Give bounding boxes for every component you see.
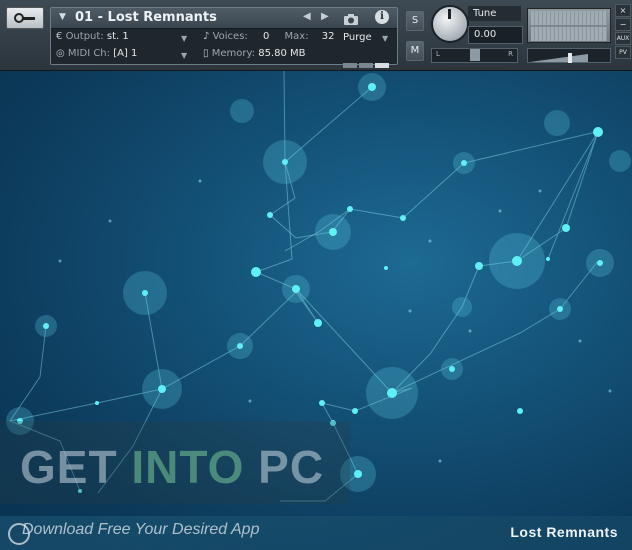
watermark-text: GET INTO PC (20, 441, 325, 493)
output-dropdown-icon[interactable]: ▼ (181, 34, 187, 43)
instrument-name[interactable]: 01 - Lost Remnants (75, 10, 217, 25)
aux-button[interactable]: AUX (615, 32, 631, 45)
pan-handle[interactable] (470, 49, 480, 61)
watermark-tagline: Download Free Your Desired App (22, 521, 260, 538)
prev-instrument-icon[interactable]: ◀ (303, 11, 311, 22)
wrench-icon[interactable] (6, 7, 44, 29)
level-meter (527, 8, 611, 43)
tune-value[interactable]: 0.00 (468, 26, 523, 44)
memory-display: ▯ Memory: 85.80 MB (203, 48, 306, 59)
next-instrument-icon[interactable]: ▶ (321, 11, 329, 22)
pv-button[interactable]: PV (615, 46, 631, 59)
pan-slider[interactable]: L R (431, 48, 518, 63)
cpu-meter (343, 53, 391, 72)
instrument-artwork: GET INTO PC Download Free Your Desired A… (0, 71, 632, 550)
memory-icon: ▯ (203, 48, 209, 59)
midi-dropdown-icon[interactable]: ▼ (181, 51, 187, 60)
max-voices-value[interactable]: 32 (322, 31, 335, 42)
instrument-title-bar: ▼ 01 - Lost Remnants ◀ ▶ i (51, 8, 397, 29)
product-name: Lost Remnants (510, 524, 618, 540)
instrument-header: ▼ 01 - Lost Remnants ◀ ▶ i € Output: st.… (0, 0, 632, 71)
tune-knob[interactable] (431, 5, 469, 43)
output-selector[interactable]: € Output: st. 1 (56, 31, 129, 42)
tune-label: Tune (468, 6, 521, 21)
info-icon[interactable]: i (375, 10, 389, 24)
midi-channel-selector[interactable]: ◎ MIDI Ch: [A] 1 (56, 48, 137, 59)
mute-button[interactable]: M (406, 41, 424, 61)
voices-display: ♪ Voices: 0 Max: 32 (203, 31, 335, 42)
voices-icon: ♪ (203, 31, 210, 42)
artwork-footer: Download Free Your Desired App Lost Remn… (0, 516, 632, 550)
purge-dropdown-icon[interactable]: ▼ (382, 34, 388, 43)
collapse-triangle-icon[interactable]: ▼ (59, 12, 66, 22)
volume-slider[interactable] (527, 48, 611, 63)
midi-icon: ◎ (56, 48, 65, 59)
solo-button[interactable]: S (406, 11, 424, 31)
output-icon: € (56, 31, 63, 42)
instrument-panel: ▼ 01 - Lost Remnants ◀ ▶ i € Output: st.… (50, 7, 398, 68)
close-button[interactable]: × (615, 4, 631, 17)
camera-icon[interactable] (343, 11, 359, 30)
minimize-button[interactable]: − (615, 18, 631, 31)
